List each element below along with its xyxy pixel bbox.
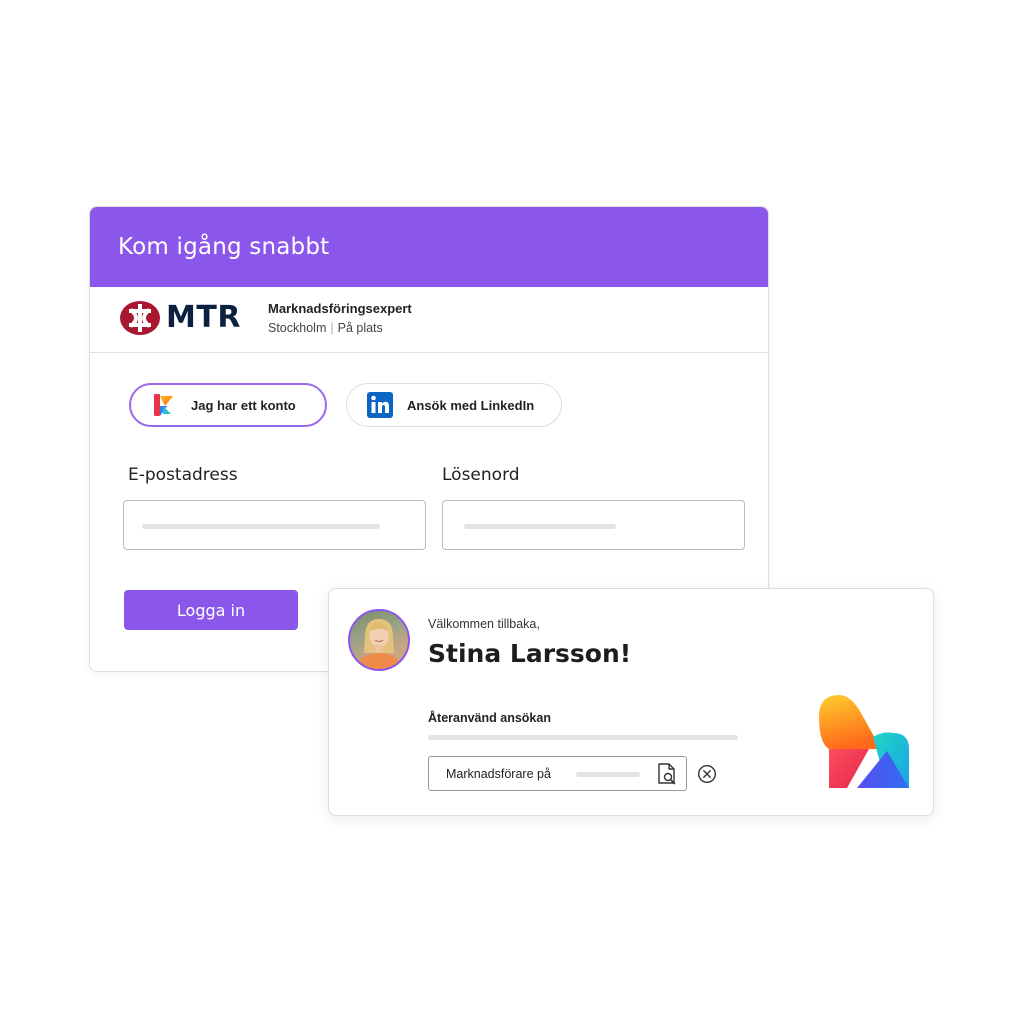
meta-divider: | xyxy=(330,321,334,335)
job-work-mode: På plats xyxy=(337,321,383,335)
card-title: Kom igång snabbt xyxy=(118,234,330,260)
linkedin-apply-label: Ansök med LinkedIn xyxy=(407,397,535,413)
user-name: Stina Larsson! xyxy=(428,639,632,668)
job-meta: Stockholm | På plats xyxy=(268,321,412,335)
card-header: Kom igång snabbt xyxy=(90,207,768,287)
brand-logo xyxy=(817,693,913,794)
password-label: Lösenord xyxy=(442,465,520,485)
close-circle-icon[interactable] xyxy=(697,764,717,789)
avatar xyxy=(348,609,410,671)
password-field[interactable] xyxy=(442,500,745,550)
job-summary: MTR Marknadsföringsexpert Stockholm | På p… xyxy=(90,287,768,353)
mtr-logo: MTR xyxy=(120,300,241,335)
saved-application-placeholder-bar xyxy=(576,772,640,777)
linkedin-icon xyxy=(367,392,393,418)
document-search-icon[interactable] xyxy=(656,762,678,791)
email-label: E-postadress xyxy=(128,465,238,485)
job-location: Stockholm xyxy=(268,321,327,335)
brand-k-icon xyxy=(151,392,177,418)
welcome-greeting: Välkommen tillbaka, xyxy=(428,617,540,631)
have-account-label: Jag har ett konto xyxy=(191,397,296,413)
login-button-label: Logga in xyxy=(176,600,246,620)
login-button[interactable]: Logga in xyxy=(124,590,298,630)
job-title: Marknadsföringsexpert xyxy=(268,301,412,316)
reuse-placeholder-bar xyxy=(428,735,738,740)
linkedin-apply-button[interactable]: Ansök med LinkedIn xyxy=(346,383,562,427)
saved-application-name: Marknadsförare på xyxy=(446,766,551,781)
job-info: Marknadsföringsexpert Stockholm | På plats xyxy=(268,301,412,335)
saved-application-item[interactable]: Marknadsförare på xyxy=(428,756,687,791)
email-placeholder-bar xyxy=(142,524,380,529)
password-placeholder-bar xyxy=(464,524,616,529)
mtr-mark-icon xyxy=(120,300,160,335)
welcome-card: Välkommen tillbaka, Stina Larsson! Återa… xyxy=(328,588,934,816)
have-account-button[interactable]: Jag har ett konto xyxy=(129,383,327,427)
reuse-application-title: Återanvänd ansökan xyxy=(428,711,551,725)
email-field[interactable] xyxy=(123,500,426,550)
mtr-wordmark: MTR xyxy=(166,300,241,335)
